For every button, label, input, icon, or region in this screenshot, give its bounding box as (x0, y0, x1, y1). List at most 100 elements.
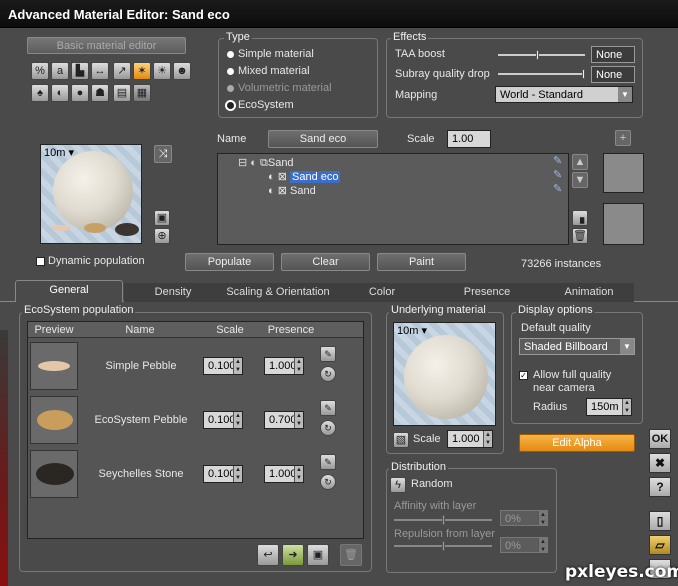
move-down-icon[interactable]: ▼ (572, 172, 588, 188)
open-folder-icon[interactable]: ▱ (649, 535, 671, 555)
taa-boost-slider[interactable] (498, 50, 585, 60)
taa-boost-value[interactable]: None (591, 46, 635, 63)
table-row[interactable]: EcoSystem Pebble 0.100 ▲ ▼ 0.700 ▲ ▼ ✎ ↻ (28, 394, 363, 446)
bust-icon[interactable]: ☗ (91, 84, 109, 102)
row-scale-field[interactable]: 0.100 ▲ ▼ (203, 465, 243, 483)
sphere-icon[interactable]: ● (71, 84, 89, 102)
swatch-top[interactable] (603, 153, 644, 193)
column-preview[interactable]: Preview (28, 324, 80, 336)
tab-general[interactable]: General (15, 280, 123, 302)
swatch-bottom[interactable] (603, 203, 644, 245)
tree-item[interactable]: ◐ ⊠ Sand eco (268, 170, 341, 183)
spinner-icon[interactable]: ▲ ▼ (233, 466, 242, 482)
mapping-dropdown[interactable]: World - Standard ▼ (495, 86, 633, 103)
move-up-icon[interactable]: ▲ (572, 154, 588, 170)
spinner-icon[interactable]: ▲ ▼ (483, 431, 492, 447)
texture-icon[interactable]: ▧ (393, 432, 409, 448)
row-presence-field[interactable]: 1.000 ▲ ▼ (264, 357, 304, 375)
clear-button[interactable]: Clear (281, 253, 370, 271)
edit-icon[interactable]: ✎ (553, 154, 562, 167)
row-presence-field[interactable]: 1.000 ▲ ▼ (264, 465, 304, 483)
width-icon[interactable]: ↔ (91, 62, 109, 80)
edit-object-icon[interactable]: ✎ (320, 454, 336, 470)
spinner-icon[interactable]: ▲ ▼ (233, 358, 242, 374)
shuffle-icon[interactable]: ⤨ (154, 145, 172, 163)
tree-item[interactable]: ⊟ ◐ ⧉Sand (238, 156, 294, 170)
radius-field[interactable]: 150m ▲ ▼ (586, 398, 632, 416)
add-icon[interactable]: + (615, 130, 631, 146)
underlying-scale-field[interactable]: 1.000 ▲ ▼ (447, 430, 493, 448)
row-scale-field[interactable]: 0.100 ▲ ▼ (203, 411, 243, 429)
edit-object-icon[interactable]: ✎ (320, 400, 336, 416)
subray-slider[interactable] (498, 69, 585, 79)
row-scale-field[interactable]: 0.100 ▲ ▼ (203, 357, 243, 375)
highlight-icon[interactable]: ✶ (133, 62, 151, 80)
basic-material-editor-button[interactable]: Basic material editor (27, 37, 186, 54)
spinner-icon[interactable]: ▲ ▼ (294, 358, 303, 374)
reload-icon[interactable]: ↻ (320, 366, 336, 382)
cube-add-icon[interactable]: ▣ (307, 544, 329, 566)
chart-icon[interactable]: ↗ (113, 62, 131, 80)
reload-icon[interactable]: ↻ (320, 420, 336, 436)
tab-color[interactable]: Color (334, 283, 430, 302)
light-icon[interactable]: ☀ (153, 62, 171, 80)
surface-icon[interactable]: ▤ (113, 84, 131, 102)
underlying-preview[interactable]: 10m ▾ (393, 322, 496, 426)
populate-button[interactable]: Populate (185, 253, 274, 271)
spinner-icon[interactable]: ▲ ▼ (622, 399, 631, 415)
ok-button[interactable]: OK (649, 429, 671, 449)
paint-button[interactable]: Paint (377, 253, 466, 271)
new-layer-icon[interactable]: ▗ (572, 210, 588, 226)
material-preview[interactable]: 10m ▾ (40, 144, 142, 244)
new-document-icon[interactable]: ▯ (649, 511, 671, 531)
scale-field[interactable]: 1.00 (447, 130, 491, 148)
person-icon[interactable]: ☻ (173, 62, 191, 80)
slider-knob[interactable] (582, 69, 585, 79)
spinner-icon[interactable]: ▲ ▼ (233, 412, 242, 428)
spinner-icon[interactable]: ▲ ▼ (294, 466, 303, 482)
subray-value[interactable]: None (591, 66, 635, 83)
terrain-icon[interactable]: ▙ (71, 62, 89, 80)
tab-animation[interactable]: Animation (544, 283, 634, 302)
reload-icon[interactable]: ↻ (320, 474, 336, 490)
column-scale[interactable]: Scale (200, 324, 260, 336)
check-icon[interactable]: ✓ (519, 370, 528, 380)
radio-ecosystem[interactable]: EcoSystem (227, 99, 294, 111)
edit-object-icon[interactable]: ✎ (320, 346, 336, 362)
slider-knob[interactable] (536, 50, 539, 60)
underlying-distance[interactable]: 10m ▾ (397, 324, 427, 337)
cancel-button[interactable]: ✖ (649, 453, 671, 473)
edit-alpha-button[interactable]: Edit Alpha (519, 434, 635, 452)
random-icon[interactable]: ϟ (390, 477, 406, 493)
column-presence[interactable]: Presence (260, 324, 322, 336)
column-name[interactable]: Name (80, 324, 200, 336)
figure-icon[interactable]: ♠ (31, 84, 49, 102)
text-icon[interactable]: a (51, 62, 69, 80)
shapes-icon[interactable]: ◐ (51, 84, 69, 102)
spinner-icon[interactable]: ▲ ▼ (294, 412, 303, 428)
dynamic-population-checkbox[interactable]: Dynamic population (36, 255, 145, 267)
edit-icon[interactable]: ✎ (553, 182, 562, 195)
tab-presence[interactable]: Presence (430, 283, 544, 302)
zoom-icon[interactable]: ⊕ (154, 228, 170, 244)
cube-icon[interactable]: ▣ (154, 210, 170, 226)
edit-icon[interactable]: ✎ (553, 168, 562, 181)
load-object-icon[interactable]: ↩ (257, 544, 279, 566)
table-row[interactable]: Simple Pebble 0.100 ▲ ▼ 1.000 ▲ ▼ ✎ ↻ (28, 340, 363, 392)
table-row[interactable]: Seychelles Stone 0.100 ▲ ▼ 1.000 ▲ ▼ ✎ ↻ (28, 448, 363, 500)
help-button[interactable]: ? (649, 477, 671, 497)
radio-simple-material[interactable]: Simple material (227, 48, 314, 60)
percent-icon[interactable]: % (31, 62, 49, 80)
name-field[interactable]: Sand eco (268, 130, 378, 148)
title-bar[interactable]: Advanced Material Editor: Sand eco (0, 0, 678, 28)
trash-icon[interactable]: 🗑 (572, 228, 588, 244)
tree-item[interactable]: ◐ ⊠ Sand (268, 184, 316, 197)
tab-density[interactable]: Density (124, 283, 222, 302)
collapse-icon[interactable]: ⊟ (238, 157, 247, 169)
add-object-icon[interactable]: ➜ (282, 544, 304, 566)
preview-distance[interactable]: 10m ▾ (44, 146, 74, 159)
checkbox-box[interactable] (36, 256, 45, 266)
default-quality-dropdown[interactable]: Shaded Billboard ▼ (519, 338, 635, 355)
radio-mixed-material[interactable]: Mixed material (227, 65, 310, 77)
allow-full-quality-checkbox[interactable]: ✓ (519, 369, 528, 381)
